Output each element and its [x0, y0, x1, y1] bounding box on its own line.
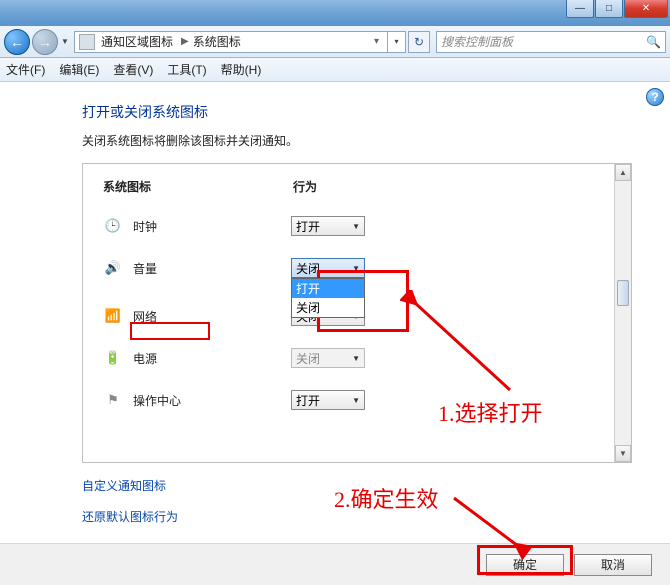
maximize-button[interactable]: □	[595, 0, 623, 18]
option-close[interactable]: 关闭	[292, 298, 364, 317]
chevron-right-icon: ▶	[181, 36, 189, 47]
address-dropdown[interactable]: ▾	[388, 31, 406, 53]
location-icon	[79, 34, 95, 50]
row-label: 时钟	[133, 218, 291, 235]
combo-power: 关闭 ▼	[291, 348, 365, 368]
scroll-up-icon[interactable]: ▲	[615, 164, 631, 181]
row-label: 电源	[133, 350, 291, 367]
combo-volume-dropdown[interactable]: 打开 关闭	[291, 278, 365, 318]
chevron-down-icon: ▼	[352, 354, 360, 363]
footer: 确定 取消	[0, 543, 670, 585]
forward-button[interactable]: →	[32, 29, 58, 55]
ok-button[interactable]: 确定	[486, 554, 564, 576]
search-placeholder: 搜索控制面板	[441, 33, 513, 50]
flag-icon: ⚑	[103, 392, 123, 408]
power-icon: 🔋	[103, 350, 123, 366]
scrollbar[interactable]: ▲ ▼	[614, 164, 631, 462]
refresh-button[interactable]: ↻	[408, 31, 430, 53]
search-input[interactable]: 搜索控制面板 🔍	[436, 31, 666, 53]
back-button[interactable]: ←	[4, 29, 30, 55]
link-restore[interactable]: 还原默认图标行为	[82, 508, 644, 525]
combo-clock[interactable]: 打开 ▼	[291, 216, 365, 236]
combo-value: 打开	[296, 392, 320, 409]
row-label: 网络	[133, 308, 291, 325]
chevron-down-icon: ▼	[352, 396, 360, 405]
chevron-down-icon: ▼	[352, 264, 360, 273]
row-label: 音量	[133, 260, 291, 277]
combo-value: 打开	[296, 218, 320, 235]
breadcrumb[interactable]: 通知区域图标	[101, 33, 173, 50]
column-header-icon: 系统图标	[103, 178, 293, 195]
column-header-behavior: 行为	[293, 178, 317, 195]
menu-tools[interactable]: 工具(T)	[167, 61, 206, 78]
menu-help[interactable]: 帮助(H)	[221, 61, 262, 78]
link-customize[interactable]: 自定义通知图标	[82, 477, 644, 494]
chevron-down-icon[interactable]: ▾	[374, 36, 379, 47]
combo-action-center[interactable]: 打开 ▼	[291, 390, 365, 410]
menu-view[interactable]: 查看(V)	[113, 61, 153, 78]
row-clock: 🕒 时钟 打开 ▼	[103, 209, 611, 243]
breadcrumb[interactable]: 系统图标	[193, 33, 241, 50]
minimize-button[interactable]: —	[566, 0, 594, 18]
scroll-thumb[interactable]	[617, 280, 629, 306]
combo-value: 关闭	[296, 260, 320, 277]
navbar: ← → ▼ 通知区域图标 ▶ 系统图标 ▾ ▾ ↻ 搜索控制面板 🔍	[0, 26, 670, 58]
page-title: 打开或关闭系统图标	[82, 102, 644, 122]
row-action-center: ⚑ 操作中心 打开 ▼	[103, 383, 611, 417]
scroll-down-icon[interactable]: ▼	[615, 445, 631, 462]
close-button[interactable]: ✕	[624, 0, 668, 18]
menubar: 文件(F) 编辑(E) 查看(V) 工具(T) 帮助(H)	[0, 58, 670, 82]
menu-file[interactable]: 文件(F)	[6, 61, 45, 78]
content-area: 打开或关闭系统图标 关闭系统图标将删除该图标并关闭通知。 系统图标 行为 🕒 时…	[0, 82, 670, 536]
row-power: 🔋 电源 关闭 ▼	[103, 341, 611, 375]
clock-icon: 🕒	[103, 218, 123, 234]
page-description: 关闭系统图标将删除该图标并关闭通知。	[82, 132, 644, 149]
network-icon: 📶	[103, 308, 123, 324]
history-dropdown-icon[interactable]: ▼	[60, 32, 70, 52]
search-icon[interactable]: 🔍	[646, 35, 661, 49]
settings-panel: 系统图标 行为 🕒 时钟 打开 ▼ 🔊 音量 关闭 ▼ 打开	[82, 163, 632, 463]
cancel-button[interactable]: 取消	[574, 554, 652, 576]
combo-volume[interactable]: 关闭 ▼ 打开 关闭	[291, 258, 365, 278]
address-bar[interactable]: 通知区域图标 ▶ 系统图标 ▾	[74, 31, 388, 53]
menu-edit[interactable]: 编辑(E)	[59, 61, 99, 78]
chevron-down-icon: ▼	[352, 222, 360, 231]
option-open[interactable]: 打开	[292, 279, 364, 298]
combo-value: 关闭	[296, 350, 320, 367]
volume-icon: 🔊	[103, 260, 123, 276]
titlebar: — □ ✕	[0, 0, 670, 26]
row-volume: 🔊 音量 关闭 ▼ 打开 关闭	[103, 251, 611, 285]
row-label: 操作中心	[133, 392, 291, 409]
